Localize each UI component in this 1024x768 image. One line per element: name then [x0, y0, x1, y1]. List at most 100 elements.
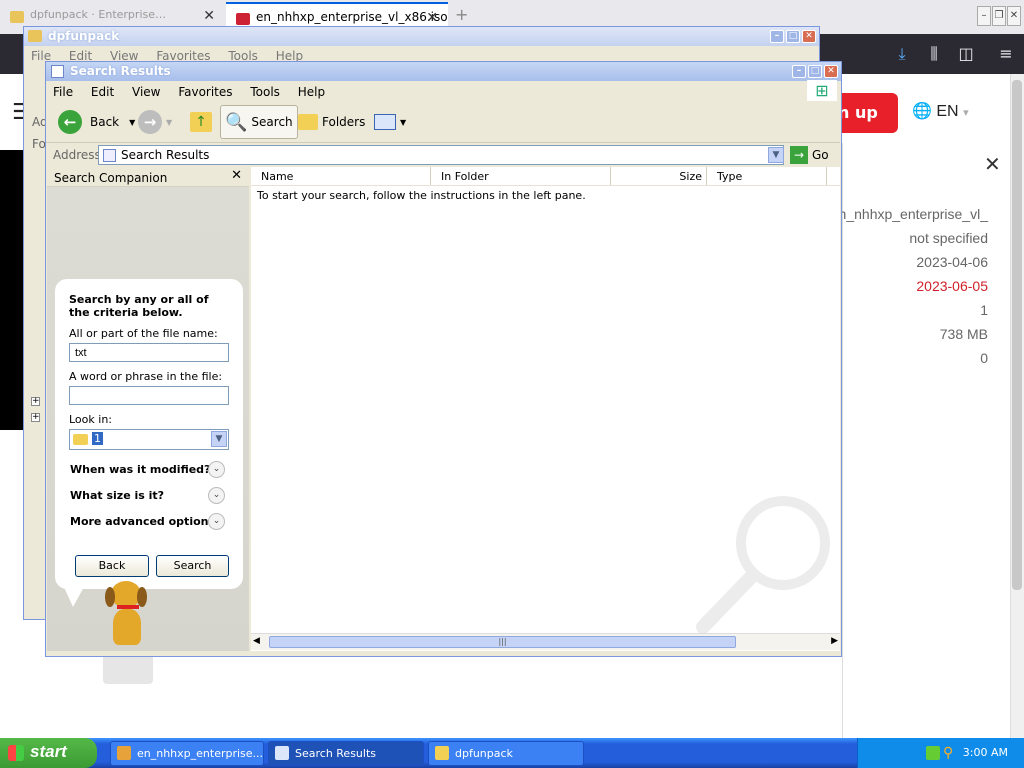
- search-label: Search: [251, 115, 293, 129]
- library-icon[interactable]: ⫼: [924, 44, 944, 64]
- scroll-left-icon[interactable]: ◀: [253, 636, 260, 646]
- expand-icon[interactable]: +: [31, 413, 40, 422]
- back-button[interactable]: ← Back ▼: [54, 105, 139, 139]
- info-value: 2023-04-06: [916, 254, 988, 270]
- search-toolbar-button[interactable]: 🔍 Search: [220, 105, 298, 139]
- search-button[interactable]: Search: [156, 555, 229, 577]
- minimize-icon[interactable]: –: [977, 6, 991, 26]
- phrase-input[interactable]: [69, 386, 229, 405]
- go-button[interactable]: Go: [812, 148, 829, 162]
- horizontal-scrollbar[interactable]: ◀ ||| ▶: [251, 633, 840, 650]
- address-value: Search Results: [121, 148, 210, 162]
- bubble-tail: [63, 585, 85, 607]
- close-icon[interactable]: ✕: [231, 168, 242, 183]
- go-arrow-icon[interactable]: →: [790, 146, 808, 164]
- globe-icon: 🌐: [912, 103, 932, 120]
- pane-header: Search Companion ✕: [47, 167, 249, 187]
- scrollbar-thumb[interactable]: |||: [269, 636, 736, 648]
- tab-title: dpfunpack · Enterprise…: [30, 8, 166, 21]
- address-input[interactable]: Search Results: [98, 145, 784, 165]
- back-arrow-icon: ←: [58, 110, 82, 134]
- search-dog-icon[interactable]: [103, 581, 151, 649]
- expand-chevron-icon[interactable]: ⌄: [208, 461, 225, 478]
- folders-icon: [298, 114, 318, 130]
- minimize-icon[interactable]: –: [770, 30, 784, 43]
- lookin-select[interactable]: 1 ▼: [69, 429, 229, 450]
- advanced-options[interactable]: More advanced options: [70, 515, 215, 528]
- close-icon[interactable]: ✕: [203, 8, 215, 24]
- scrollbar-thumb[interactable]: [1012, 80, 1022, 590]
- close-icon[interactable]: ✕: [802, 30, 816, 43]
- close-icon[interactable]: ✕: [1007, 6, 1021, 26]
- chevron-down-icon[interactable]: ▼: [211, 431, 227, 447]
- folder-icon: [73, 434, 88, 445]
- views-button[interactable]: ▼: [370, 105, 410, 139]
- phrase-label: A word or phrase in the file:: [69, 370, 223, 383]
- new-tab-plus-icon[interactable]: +: [455, 5, 468, 24]
- column-type[interactable]: Type: [707, 167, 827, 185]
- minimize-icon[interactable]: –: [792, 65, 806, 78]
- magnifier-icon: 🔍: [225, 111, 248, 133]
- up-folder-icon: ↑: [190, 112, 212, 132]
- menu-view[interactable]: View: [125, 82, 167, 99]
- lookin-label: Look in:: [69, 413, 112, 426]
- close-icon[interactable]: ✕: [984, 152, 1001, 176]
- pane-body: Search by any or all of the criteria bel…: [47, 187, 249, 651]
- window-title: dpfunpack: [48, 29, 120, 43]
- close-icon[interactable]: ✕: [426, 10, 438, 26]
- folder-icon: [435, 746, 449, 760]
- modified-option[interactable]: When was it modified?: [70, 463, 210, 476]
- folders-button[interactable]: Folders: [294, 105, 369, 139]
- signup-button[interactable]: n up: [838, 93, 898, 133]
- folder-icon: [10, 11, 24, 23]
- menu-file[interactable]: File: [46, 82, 80, 99]
- language-selector[interactable]: 🌐 EN ▾: [912, 101, 969, 121]
- window-titlebar[interactable]: dpfunpack – □ ✕: [24, 27, 819, 46]
- taskbar-item-label: dpfunpack: [455, 747, 513, 760]
- taskbar-item-dpfunpack[interactable]: dpfunpack: [428, 741, 584, 766]
- clock: 3:00 AM: [962, 746, 1008, 759]
- folders-label: Fo: [32, 137, 46, 151]
- maximize-icon[interactable]: □: [808, 65, 822, 78]
- menu-edit[interactable]: Edit: [84, 82, 121, 99]
- filename-label: All or part of the file name:: [69, 327, 218, 340]
- restore-icon[interactable]: ❐: [992, 6, 1006, 26]
- windows-logo-icon: ⊞: [807, 80, 837, 102]
- taskbar-item-browser[interactable]: en_nhhxp_enterprise...: [110, 741, 264, 766]
- views-icon: [374, 114, 396, 130]
- menu-help[interactable]: Help: [291, 82, 332, 99]
- search-tray-icon[interactable]: ⚲: [943, 745, 953, 761]
- menu-icon[interactable]: ≡: [996, 44, 1016, 64]
- tray-app-icon[interactable]: [926, 746, 940, 760]
- up-folder-button[interactable]: ↑: [186, 105, 216, 139]
- download-icon[interactable]: ⤓: [892, 44, 912, 64]
- lookin-value: 1: [92, 432, 103, 445]
- column-size[interactable]: Size: [611, 167, 707, 185]
- chevron-down-icon[interactable]: ▼: [768, 147, 784, 163]
- results-list[interactable]: Name In Folder Size Type To start your s…: [251, 167, 840, 651]
- search-form-bubble: Search by any or all of the criteria bel…: [55, 279, 243, 589]
- expand-chevron-icon[interactable]: ⌄: [208, 513, 225, 530]
- site-favicon-icon: [236, 13, 250, 25]
- close-icon[interactable]: ✕: [824, 65, 838, 78]
- forward-button[interactable]: → ▼: [134, 105, 176, 139]
- sidebar-toggle-icon[interactable]: ◫: [956, 44, 976, 64]
- back-button[interactable]: Back: [75, 555, 149, 577]
- search-results-window: Search Results – □ ✕ File Edit View Favo…: [45, 61, 842, 657]
- filename-input[interactable]: [69, 343, 229, 362]
- start-button[interactable]: start: [0, 738, 97, 768]
- window-titlebar[interactable]: Search Results – □ ✕: [46, 62, 841, 81]
- browser-icon: [117, 746, 131, 760]
- expand-icon[interactable]: +: [31, 397, 40, 406]
- menu-favorites[interactable]: Favorites: [171, 82, 239, 99]
- toolbar: ← Back ▼ → ▼ ↑ 🔍 Search Folders ▼: [46, 101, 840, 143]
- column-in-folder[interactable]: In Folder: [431, 167, 611, 185]
- size-option[interactable]: What size is it?: [70, 489, 164, 502]
- column-name[interactable]: Name: [251, 167, 431, 185]
- taskbar-item-search-results[interactable]: Search Results: [268, 741, 424, 766]
- taskbar-item-label: en_nhhxp_enterprise...: [137, 747, 264, 760]
- expand-chevron-icon[interactable]: ⌄: [208, 487, 225, 504]
- menu-tools[interactable]: Tools: [243, 82, 287, 99]
- maximize-icon[interactable]: □: [786, 30, 800, 43]
- scroll-right-icon[interactable]: ▶: [831, 636, 838, 646]
